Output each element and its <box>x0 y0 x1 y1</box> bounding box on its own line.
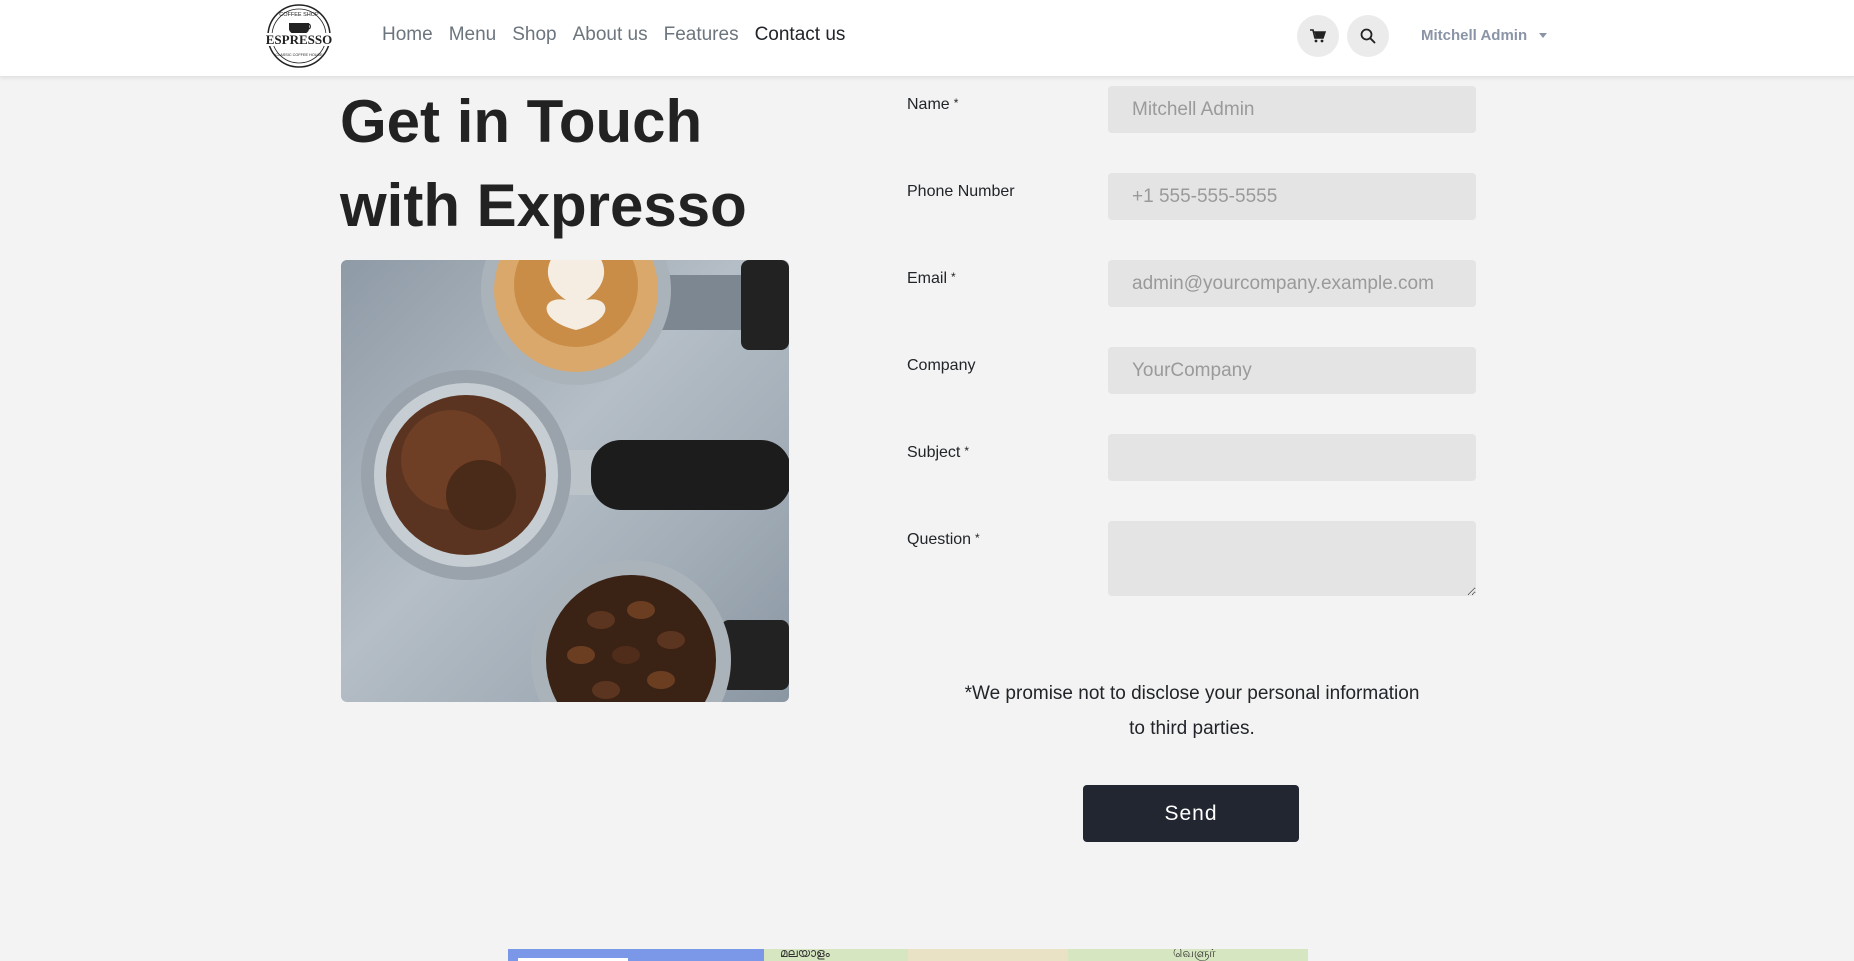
name-label: Name * <box>907 96 959 113</box>
title-line-1: Get in Touch <box>340 88 703 155</box>
site-header: ESPRESSO COFFEE SHOP CLASSIC COFFEE HOUS… <box>0 0 1854 77</box>
subject-input[interactable] <box>1108 434 1476 481</box>
subject-row: Subject * <box>907 434 1477 481</box>
nav-features[interactable]: Features <box>664 23 739 47</box>
nav-contact-us[interactable]: Contact us <box>755 23 846 47</box>
name-row: Name * <box>907 86 1477 133</box>
question-label: Question * <box>907 531 980 548</box>
privacy-notice: *We promise not to disclose your persona… <box>964 683 1420 739</box>
map-label-left: മലയാളം <box>780 949 830 960</box>
coffee-portafilters-illustration <box>361 260 789 702</box>
email-label: Email * <box>907 270 956 287</box>
subject-label: Subject * <box>907 444 970 461</box>
page-title: Get in Touch with Expresso <box>340 80 820 248</box>
phone-label: Phone Number <box>907 183 1015 200</box>
search-icon <box>1360 28 1376 44</box>
espresso-logo[interactable]: ESPRESSO COFFEE SHOP CLASSIC COFFEE HOUS… <box>262 3 336 69</box>
user-menu[interactable]: Mitchell Admin <box>1421 27 1548 44</box>
cart-icon <box>1310 29 1326 43</box>
nav-shop[interactable]: Shop <box>512 23 556 47</box>
cart-button[interactable] <box>1297 15 1339 57</box>
send-button[interactable]: Send <box>1083 785 1299 842</box>
company-input[interactable] <box>1108 347 1476 394</box>
company-label: Company <box>907 357 976 374</box>
user-name: Mitchell Admin <box>1421 27 1528 44</box>
question-textarea[interactable] <box>1108 521 1476 596</box>
logo-brand-text: ESPRESSO <box>266 32 332 47</box>
main-nav: Home Menu Shop About us Features Contact… <box>382 23 861 47</box>
coffee-photo <box>341 260 789 702</box>
map-label-right: வெளுர் <box>1173 949 1216 960</box>
phone-input[interactable] <box>1108 173 1476 220</box>
question-row: Question * <box>907 521 1477 596</box>
nav-menu[interactable]: Menu <box>449 23 497 47</box>
name-input[interactable] <box>1108 86 1476 133</box>
search-button[interactable] <box>1347 15 1389 57</box>
chevron-down-icon <box>1539 33 1548 38</box>
company-row: Company <box>907 347 1477 394</box>
phone-row: Phone Number <box>907 173 1477 220</box>
email-input[interactable] <box>1108 260 1476 307</box>
nav-home[interactable]: Home <box>382 23 433 47</box>
email-row: Email * <box>907 260 1477 307</box>
title-line-2: with Expresso <box>340 172 747 239</box>
logo-top-text: COFFEE SHOP <box>279 12 319 18</box>
map-embed[interactable]: മലയാളം வெளுர் <box>508 949 1308 961</box>
logo-bottom-text: CLASSIC COFFEE HOUSE <box>275 53 323 57</box>
nav-about-us[interactable]: About us <box>573 23 648 47</box>
